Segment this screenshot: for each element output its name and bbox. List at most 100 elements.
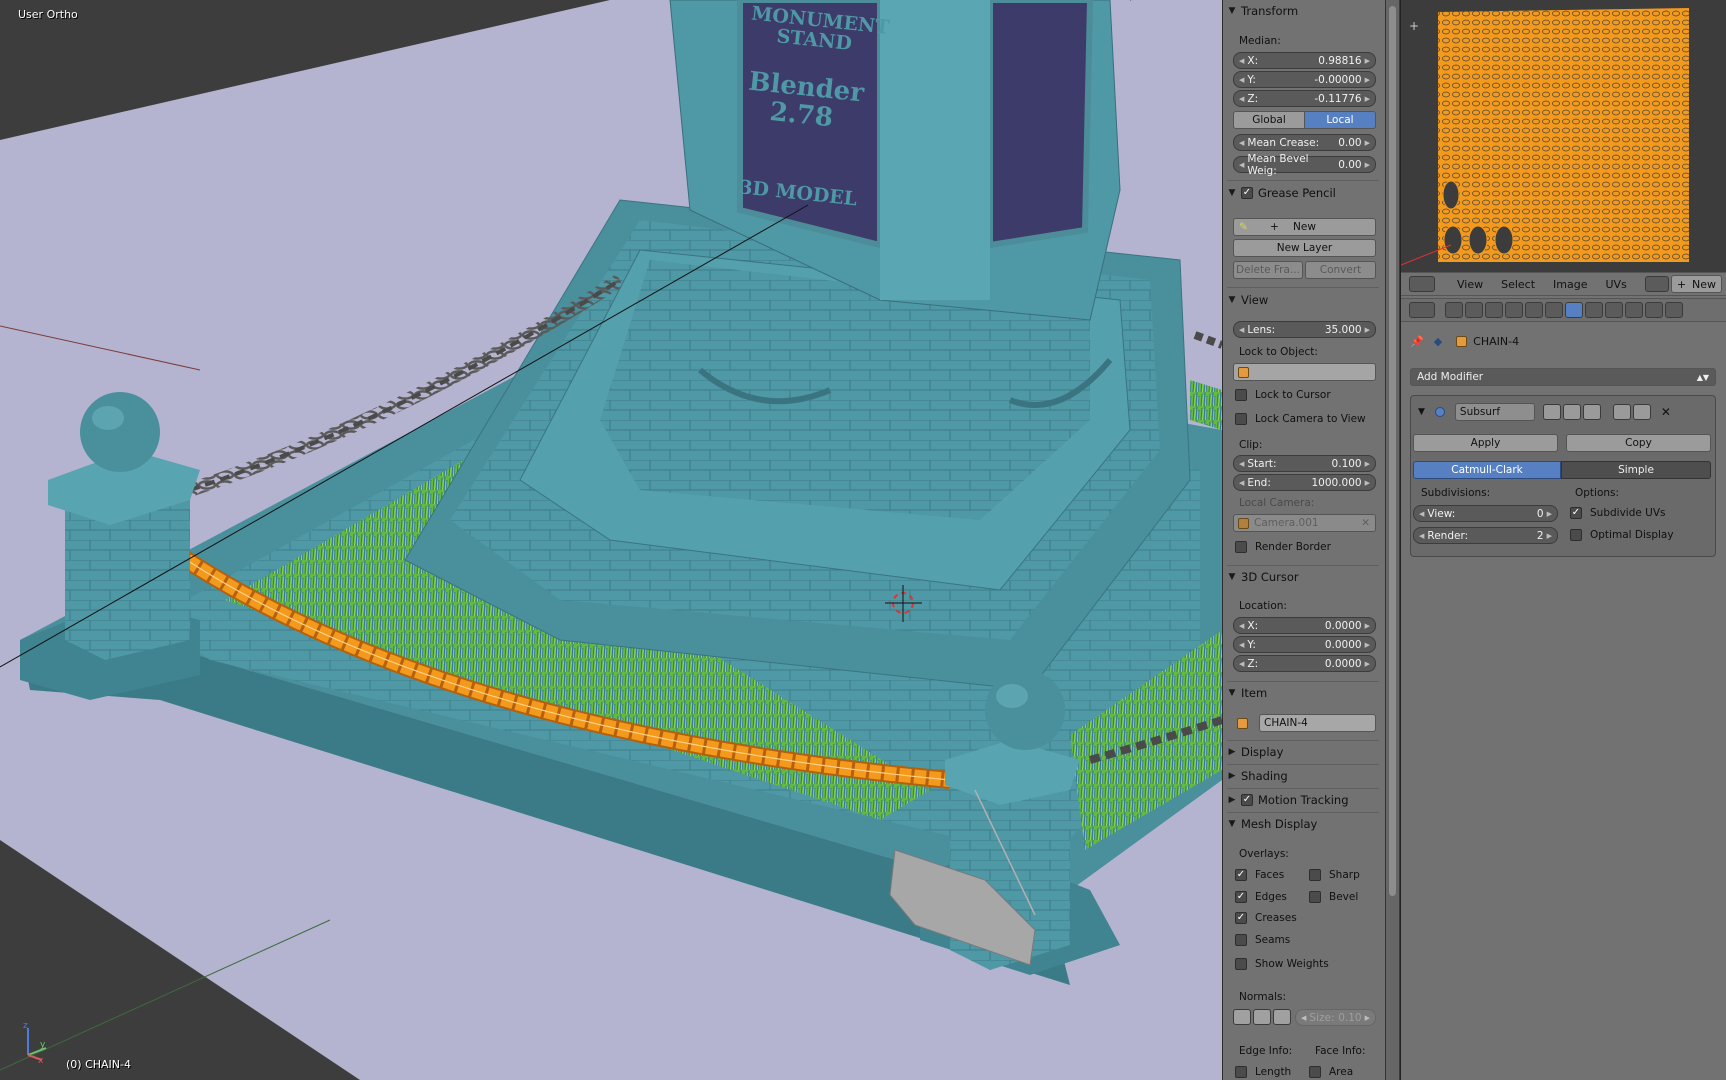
item-header[interactable]: ▼ Item bbox=[1227, 684, 1379, 702]
subdiv-view-field[interactable]: ◀ View: 0 ▶ bbox=[1413, 505, 1558, 522]
viewport-visibility-icon[interactable] bbox=[1562, 404, 1581, 420]
world-tab-icon[interactable] bbox=[1505, 302, 1523, 318]
uv-menu-select[interactable]: Select bbox=[1501, 278, 1535, 291]
subdiv-render-field[interactable]: ◀ Render: 2 ▶ bbox=[1413, 527, 1558, 544]
subdivide-uvs-checkbox[interactable]: ✓ bbox=[1570, 507, 1582, 519]
local-toggle[interactable]: Local bbox=[1304, 111, 1376, 129]
texture-tab-icon[interactable] bbox=[1625, 302, 1643, 318]
clip-start-field[interactable]: ◀ Start: 0.100 ▶ bbox=[1233, 455, 1376, 472]
lock-camera-checkbox[interactable] bbox=[1235, 413, 1247, 425]
seams-checkbox[interactable] bbox=[1235, 934, 1247, 946]
clip-end-field[interactable]: ◀ End: 1000.000 ▶ bbox=[1233, 474, 1376, 491]
edges-checkbox[interactable]: ✓ bbox=[1235, 891, 1247, 903]
bevel-label: Bevel bbox=[1329, 891, 1359, 903]
scene-tab-icon[interactable] bbox=[1485, 302, 1503, 318]
split-normals-icon[interactable] bbox=[1253, 1009, 1271, 1025]
display-title: Display bbox=[1241, 745, 1284, 759]
length-checkbox[interactable] bbox=[1235, 1066, 1247, 1078]
add-modifier-dropdown[interactable]: Add Modifier ▲▼ bbox=[1410, 368, 1716, 386]
grease-pencil-checkbox[interactable]: ✓ bbox=[1241, 187, 1253, 199]
render-border-checkbox[interactable] bbox=[1235, 541, 1247, 553]
collapse-triangle-icon[interactable]: ▼ bbox=[1418, 407, 1425, 417]
faces-checkbox[interactable]: ✓ bbox=[1235, 869, 1247, 881]
show-weights-checkbox[interactable] bbox=[1235, 958, 1247, 970]
mean-crease-field[interactable]: ◀ Mean Crease: 0.00 ▶ bbox=[1233, 134, 1376, 151]
dropdown-arrow-icon: ▲▼ bbox=[1696, 372, 1709, 382]
sharp-label: Sharp bbox=[1329, 869, 1360, 881]
move-up-icon[interactable] bbox=[1612, 404, 1631, 420]
data-tab-icon[interactable] bbox=[1585, 302, 1603, 318]
display-header[interactable]: ▶ Display bbox=[1227, 743, 1379, 761]
n-panel-scrollbar[interactable] bbox=[1385, 0, 1399, 1080]
cursor-header[interactable]: ▼ 3D Cursor bbox=[1227, 568, 1379, 586]
normals-size-field[interactable]: ◀ Size: 0.10 ▶ bbox=[1295, 1009, 1376, 1026]
transform-header[interactable]: ▼ Transform bbox=[1227, 2, 1379, 20]
motion-tracking-header[interactable]: ▶ ✓ Motion Tracking bbox=[1227, 791, 1379, 809]
properties-header bbox=[1401, 298, 1726, 322]
convert-button[interactable]: Convert bbox=[1305, 261, 1376, 279]
clip-label: Clip: bbox=[1239, 439, 1263, 451]
median-x-field[interactable]: ◀ X: 0.98816 ▶ bbox=[1233, 52, 1376, 69]
bevel-checkbox[interactable] bbox=[1309, 891, 1321, 903]
uv-image-editor[interactable]: + bbox=[1401, 0, 1726, 272]
catmull-clark-toggle[interactable]: Catmull-Clark bbox=[1413, 461, 1561, 479]
object-cube-icon bbox=[1456, 336, 1468, 347]
new-image-button[interactable]: + New bbox=[1670, 275, 1723, 293]
cursor-x-field[interactable]: ◀ X: 0.0000 ▶ bbox=[1233, 617, 1376, 634]
uv-menu-image[interactable]: Image bbox=[1553, 278, 1587, 291]
render-layers-tab-icon[interactable] bbox=[1465, 302, 1483, 318]
editmode-visibility-icon[interactable] bbox=[1582, 404, 1601, 420]
3d-viewport[interactable]: MONUMENT STAND Blender 2.78 3D MODEL z y… bbox=[0, 0, 1222, 1080]
cursor-y-field[interactable]: ◀ Y: 0.0000 ▶ bbox=[1233, 636, 1376, 653]
face-normals-icon[interactable] bbox=[1273, 1009, 1291, 1025]
lock-object-field[interactable] bbox=[1233, 363, 1376, 381]
mean-bevel-field[interactable]: ◀ Mean Bevel Weig: 0.00 ▶ bbox=[1233, 153, 1376, 177]
delete-frame-button[interactable]: Delete Fra... bbox=[1233, 261, 1303, 279]
simple-toggle[interactable]: Simple bbox=[1561, 461, 1711, 479]
clear-icon[interactable]: ✕ bbox=[1361, 517, 1370, 529]
particles-tab-icon[interactable] bbox=[1645, 302, 1663, 318]
new-layer-button[interactable]: New Layer bbox=[1233, 239, 1376, 257]
object-cube-icon bbox=[1238, 366, 1249, 378]
lock-camera-label: Lock Camera to View bbox=[1255, 413, 1366, 425]
image-browse-icon[interactable] bbox=[1644, 276, 1669, 292]
view-header[interactable]: ▼ View bbox=[1227, 291, 1379, 309]
local-camera-field[interactable]: Camera.001 ✕ bbox=[1233, 514, 1376, 532]
constraints-tab-icon[interactable] bbox=[1545, 302, 1563, 318]
render-tab-icon[interactable] bbox=[1445, 302, 1463, 318]
motion-tracking-checkbox[interactable]: ✓ bbox=[1241, 794, 1253, 806]
shading-header[interactable]: ▶ Shading bbox=[1227, 767, 1379, 785]
grease-new-button[interactable]: ✎ + New bbox=[1233, 218, 1376, 236]
vertex-normals-icon[interactable] bbox=[1233, 1009, 1251, 1025]
properties-editor-icon[interactable] bbox=[1409, 302, 1435, 318]
material-tab-icon[interactable] bbox=[1605, 302, 1623, 318]
creases-checkbox[interactable]: ✓ bbox=[1235, 912, 1247, 924]
remove-modifier-icon[interactable]: ✕ bbox=[1661, 405, 1671, 419]
cursor-z-field[interactable]: ◀ Z: 0.0000 ▶ bbox=[1233, 655, 1376, 672]
lens-field[interactable]: ◀ Lens: 35.000 ▶ bbox=[1233, 321, 1376, 338]
grease-pencil-header[interactable]: ▼ ✓ Grease Pencil bbox=[1227, 184, 1379, 202]
scene-render: MONUMENT STAND Blender 2.78 3D MODEL z y… bbox=[0, 0, 1222, 1080]
physics-tab-icon[interactable] bbox=[1665, 302, 1683, 318]
uv-menu-uvs[interactable]: UVs bbox=[1606, 278, 1627, 291]
object-tab-icon[interactable] bbox=[1525, 302, 1543, 318]
modifier-name-field[interactable]: Subsurf bbox=[1454, 403, 1535, 421]
pin-icon[interactable]: 📌 bbox=[1410, 335, 1424, 348]
median-z-field[interactable]: ◀ Z: -0.11776 ▶ bbox=[1233, 90, 1376, 107]
area-checkbox[interactable] bbox=[1309, 1066, 1321, 1078]
copy-button[interactable]: Copy bbox=[1566, 434, 1711, 452]
move-down-icon[interactable] bbox=[1632, 404, 1651, 420]
mesh-display-header[interactable]: ▼ Mesh Display bbox=[1227, 815, 1379, 833]
item-name-field[interactable]: CHAIN-4 bbox=[1259, 714, 1376, 732]
optimal-display-checkbox[interactable] bbox=[1570, 529, 1582, 541]
lock-to-cursor-checkbox[interactable] bbox=[1235, 389, 1247, 401]
sharp-checkbox[interactable] bbox=[1309, 869, 1321, 881]
median-y-field[interactable]: ◀ Y: -0.00000 ▶ bbox=[1233, 71, 1376, 88]
apply-button[interactable]: Apply bbox=[1413, 434, 1558, 452]
global-toggle[interactable]: Global bbox=[1233, 111, 1305, 129]
render-visibility-icon[interactable] bbox=[1542, 404, 1561, 420]
uv-menu-view[interactable]: View bbox=[1457, 278, 1483, 291]
editor-type-icon[interactable] bbox=[1409, 276, 1435, 292]
modifiers-tab-icon[interactable] bbox=[1565, 302, 1583, 318]
scrollbar-thumb[interactable] bbox=[1389, 6, 1396, 896]
